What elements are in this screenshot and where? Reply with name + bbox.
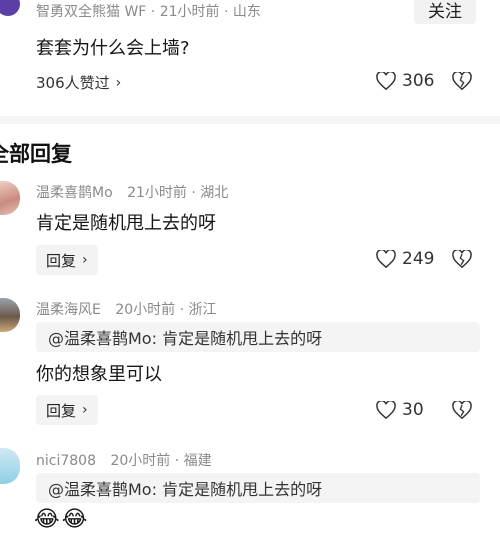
likers-summary-link[interactable]: 306人赞过 › [36,72,121,93]
reply-dislike-button[interactable] [452,399,472,423]
follow-button-label: 关注 [428,1,462,22]
reply-dislike-button[interactable] [452,248,472,272]
reply-text: 肯定是随机甩上去的呀 [36,213,216,234]
quoted-reply[interactable]: @温柔喜鹊Mo: 肯定是随机甩上去的呀 [36,473,480,503]
reply-avatar[interactable] [0,181,20,215]
top-comment-like-button[interactable]: 306 [376,71,434,91]
reply-meta: 20小时前 · 浙江 [115,302,217,318]
top-comment-author-meta: 智勇双全熊猫 WF · 21小时前 · 山东 [36,4,261,20]
top-comment-text: 套套为什么会上墙? [36,38,190,59]
heart-icon [376,250,396,268]
chevron-right-icon: › [115,74,122,91]
follow-button[interactable]: 关注 [414,0,476,24]
reply-button-label: 回复 [46,401,77,420]
reply-meta: 21小时前 · 湖北 [127,185,229,201]
reply-like-count: 30 [402,400,424,420]
reply-author-name[interactable]: 温柔海风E [36,302,101,318]
quoted-reply[interactable]: @温柔喜鹊Mo: 肯定是随机甩上去的呀 [36,322,480,352]
broken-heart-icon [452,70,472,91]
chevron-right-icon: › [82,402,88,418]
reply-like-button[interactable]: 249 [376,249,434,269]
heart-icon [376,72,396,90]
top-comment-like-count: 306 [402,71,435,91]
reply-avatar[interactable] [0,298,20,332]
reply-emoji: 😂😂 [34,507,90,532]
reply-button[interactable]: 回复 › [36,245,98,275]
reply-avatar[interactable] [0,448,20,484]
section-divider [0,116,500,124]
section-title: 全部回复 [0,142,72,166]
reply-author-line: 温柔海风E 20小时前 · 浙江 [36,299,216,319]
top-comment-avatar[interactable] [0,0,20,16]
reply-like-count: 249 [402,249,435,269]
reply-author-line: 温柔喜鹊Mo 21小时前 · 湖北 [36,182,228,202]
top-comment-dislike-button[interactable] [452,70,472,94]
reply-button-label: 回复 [46,251,77,270]
chevron-right-icon: › [82,252,88,268]
reply-author-line: nici7808 20小时前 · 福建 [36,450,212,470]
reply-button[interactable]: 回复 › [36,395,98,425]
broken-heart-icon [452,248,472,269]
broken-heart-icon [452,399,472,420]
heart-icon [376,401,396,419]
reply-author-name[interactable]: 温柔喜鹊Mo [36,185,113,201]
reply-text: 你的想象里可以 [36,364,162,385]
likers-summary-text: 306人赞过 [36,74,110,92]
reply-author-name[interactable]: nici7808 [36,453,96,469]
reply-meta: 20小时前 · 福建 [110,453,212,469]
reply-like-button[interactable]: 30 [376,400,424,420]
